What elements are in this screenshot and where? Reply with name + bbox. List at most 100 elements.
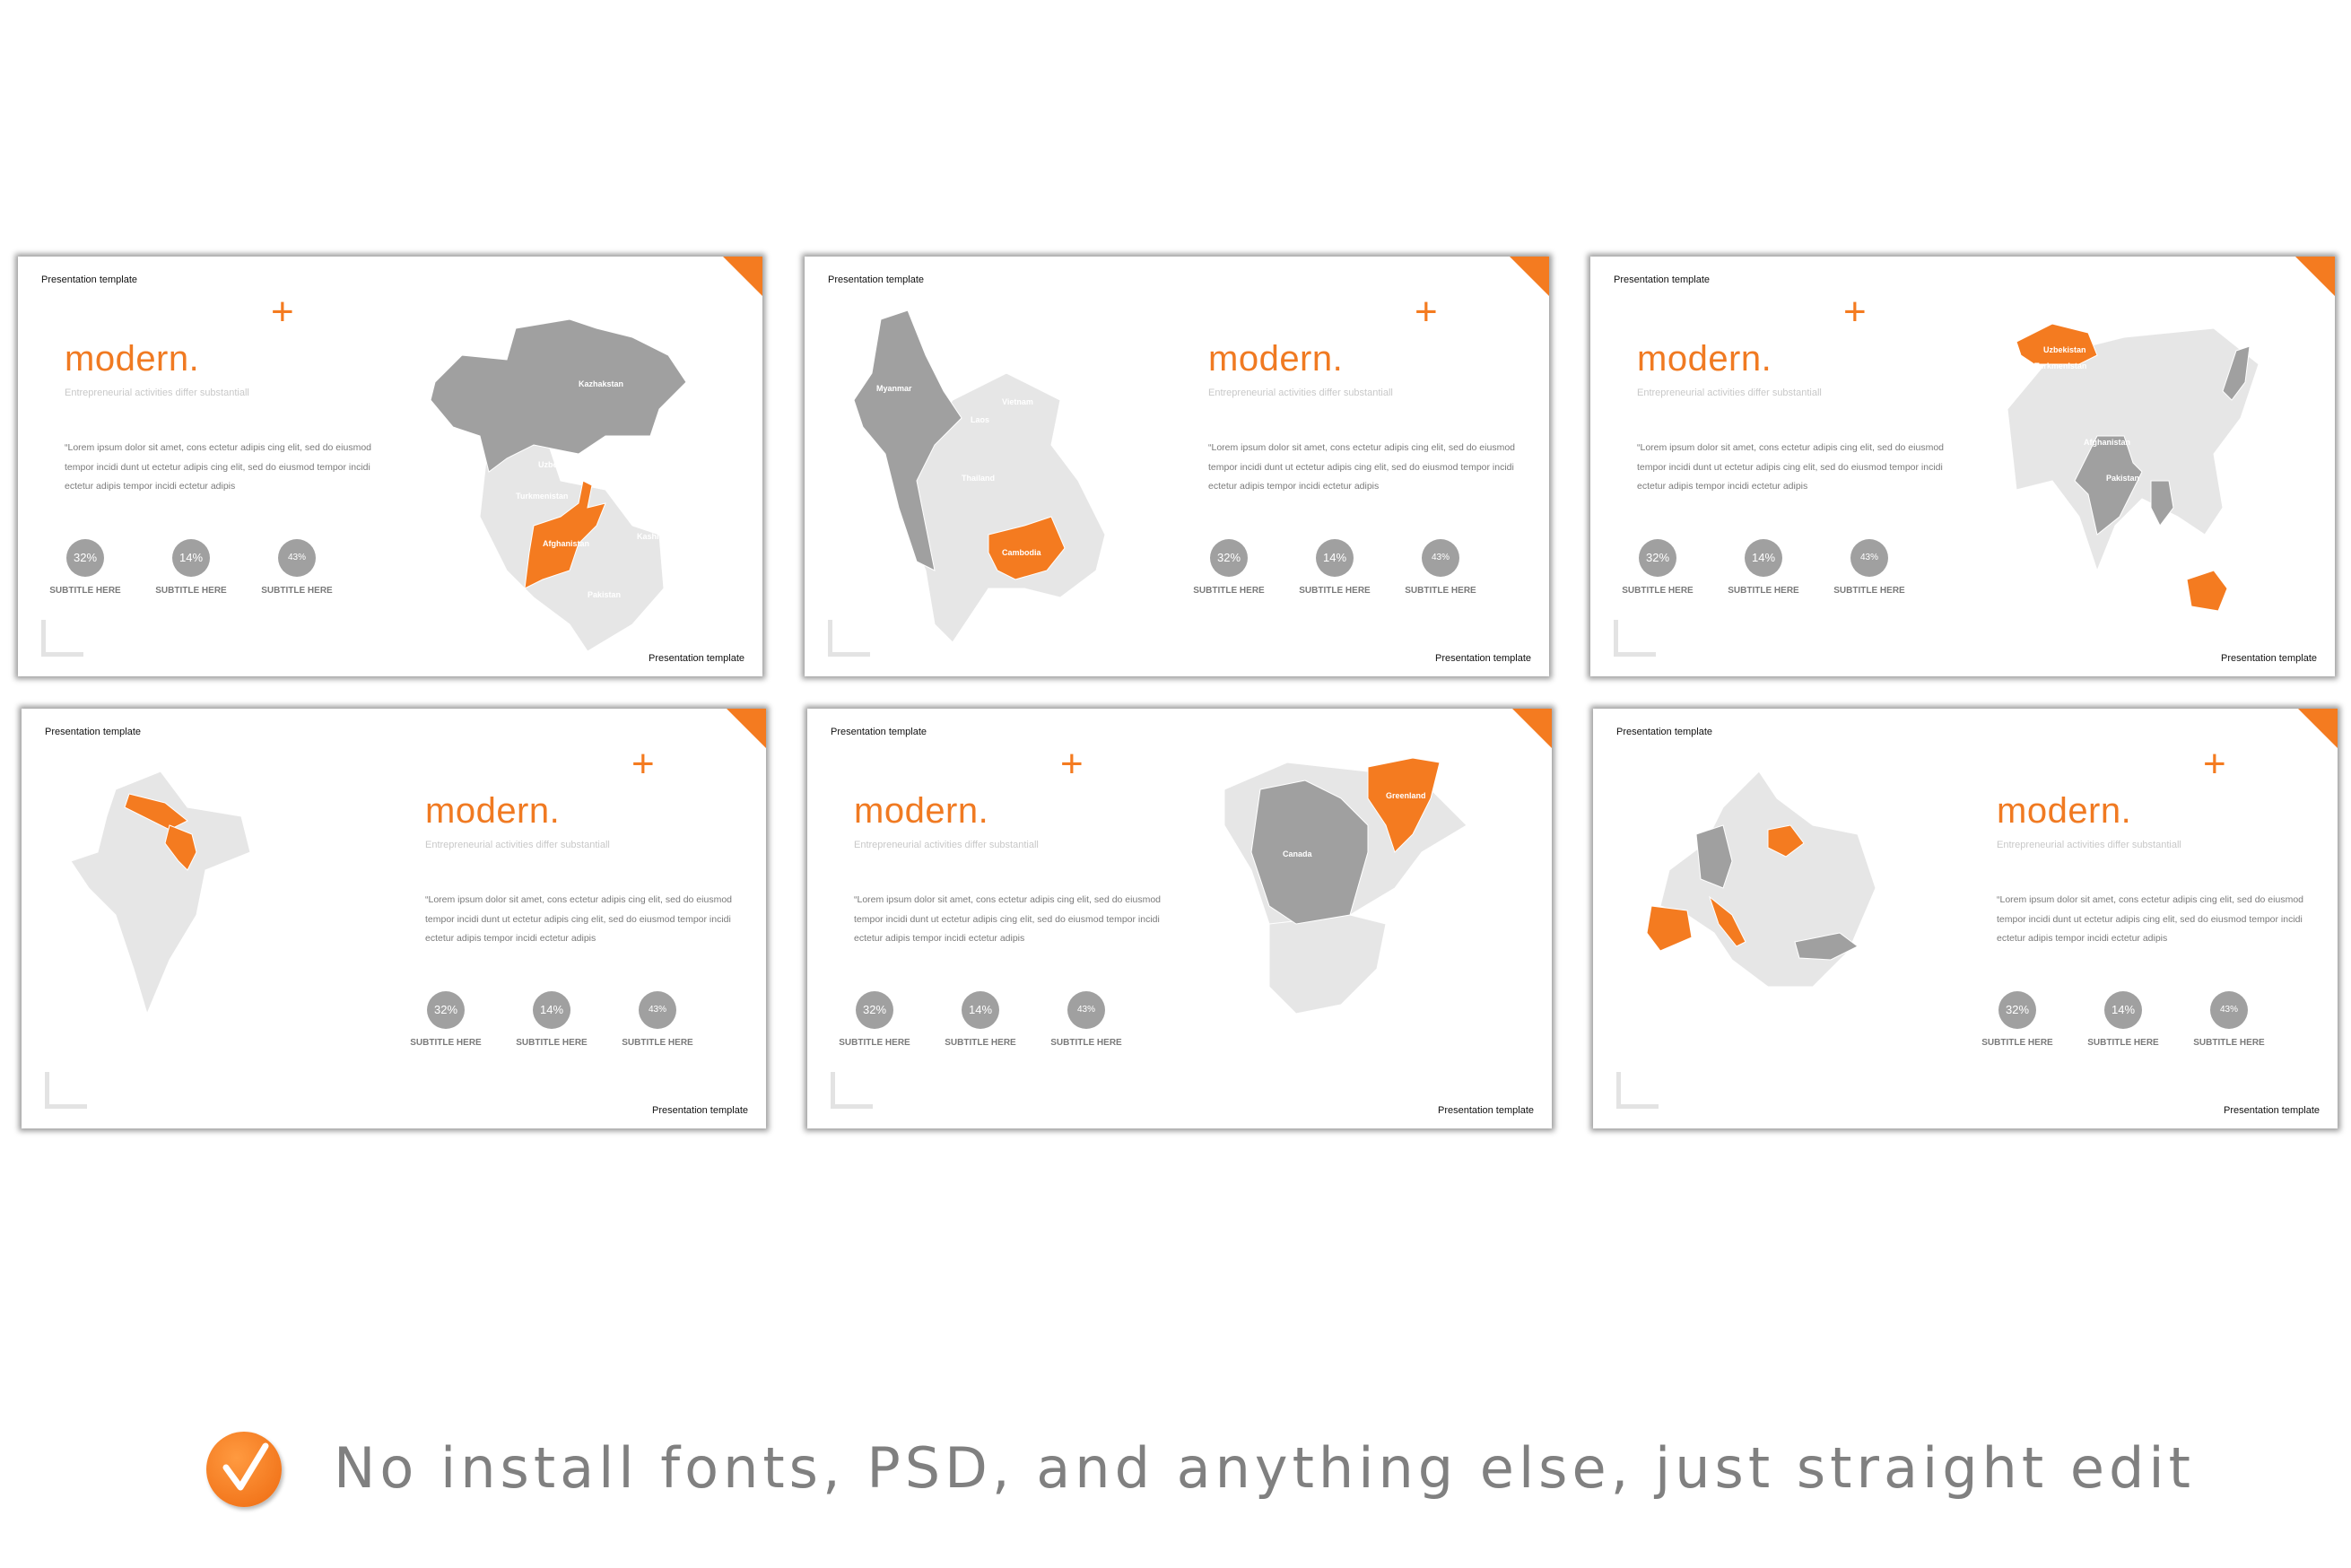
stat-item: 43% SUBTITLE HERE xyxy=(2189,991,2269,1048)
corner-bracket xyxy=(1614,620,1656,657)
slide-header: Presentation template xyxy=(1616,727,1713,737)
map-region xyxy=(2186,570,2228,612)
slide-thumbnail[interactable]: Presentation template Canada Greenland + … xyxy=(807,709,1552,1128)
slide-title: modern. xyxy=(854,791,989,831)
slide-header: Presentation template xyxy=(45,727,142,737)
map-label: Greenland xyxy=(1386,791,1426,800)
text-block: + modern. Entrepreneurial activities dif… xyxy=(1622,257,1978,676)
stat-circle: 14% xyxy=(962,991,999,1029)
slide-subtitle: Entrepreneurial activities differ substa… xyxy=(1637,388,1822,398)
stat-label: SUBTITLE HERE xyxy=(516,1038,588,1048)
map-label: Turkmenistan xyxy=(2034,362,2086,370)
stat-circle: 14% xyxy=(1745,539,1782,577)
stat-label: SUBTITLE HERE xyxy=(622,1038,693,1048)
map-label: Afghanistan xyxy=(2084,438,2130,447)
slide-title: modern. xyxy=(1208,339,1344,379)
map-label: Kazhakstan xyxy=(579,379,623,388)
slide-footer: Presentation template xyxy=(2223,1105,2320,1116)
stat-circle: 43% xyxy=(278,539,316,577)
map-label: Myanmar xyxy=(876,384,912,393)
slide-footer: Presentation template xyxy=(2220,653,2317,664)
slide-subtitle: Entrepreneurial activities differ substa… xyxy=(425,840,610,850)
plus-icon: + xyxy=(1060,742,1084,786)
plus-icon: + xyxy=(1843,290,1867,334)
stat-circle: 43% xyxy=(1850,539,1888,577)
text-block: + modern. Entrepreneurial activities dif… xyxy=(49,257,405,676)
map-region xyxy=(430,318,687,473)
stat-item: 43% SUBTITLE HERE xyxy=(617,991,698,1048)
map-region xyxy=(2150,480,2174,527)
corner-accent xyxy=(723,257,762,296)
slide-body: “Lorem ipsum dolor sit amet, cons ectetu… xyxy=(425,894,732,944)
stat-label: SUBTITLE HERE xyxy=(1622,586,1694,596)
map-label: Thailand xyxy=(962,474,995,483)
slide-title: modern. xyxy=(1637,339,1772,379)
map-label: Afghanistan xyxy=(543,539,589,548)
stat-item: 14% SUBTITLE HERE xyxy=(151,539,231,596)
map-label: Canada xyxy=(1283,849,1313,858)
stat-item: 32% SUBTITLE HERE xyxy=(1977,991,2058,1048)
slide-subtitle: Entrepreneurial activities differ substa… xyxy=(65,388,249,398)
stat-label: SUBTITLE HERE xyxy=(839,1038,910,1048)
map-label: Uzbekistan xyxy=(538,460,581,469)
stat-item: 32% SUBTITLE HERE xyxy=(834,991,915,1048)
stat-label: SUBTITLE HERE xyxy=(1299,586,1371,596)
slide-body: “Lorem ipsum dolor sit amet, cons ectetu… xyxy=(65,442,371,492)
slide-body: “Lorem ipsum dolor sit amet, cons ectetu… xyxy=(1637,442,1944,492)
map-region xyxy=(1268,914,1387,1015)
slide-title: modern. xyxy=(65,339,200,379)
stat-circle: 32% xyxy=(1210,539,1248,577)
slide-thumbnail[interactable]: Presentation template Myanmar Vietnam Laos… xyxy=(805,257,1549,676)
stat-label: SUBTITLE HERE xyxy=(2087,1038,2159,1048)
plus-icon: + xyxy=(631,742,655,786)
stat-label: SUBTITLE HERE xyxy=(155,586,227,596)
stat-item: 32% SUBTITLE HERE xyxy=(1617,539,1698,596)
map-graphic: Canada Greenland xyxy=(1223,757,1467,1015)
stat-label: SUBTITLE HERE xyxy=(1728,586,1799,596)
stat-item: 32% SUBTITLE HERE xyxy=(405,991,486,1048)
map-graphic xyxy=(70,771,251,1015)
corner-accent xyxy=(2295,257,2335,296)
banner-text: No install fonts, PSD, and anything else… xyxy=(334,1435,2195,1501)
stat-item: 32% SUBTITLE HERE xyxy=(45,539,126,596)
stat-item: 43% SUBTITLE HERE xyxy=(257,539,337,596)
stat-label: SUBTITLE HERE xyxy=(410,1038,482,1048)
slide-subtitle: Entrepreneurial activities differ substa… xyxy=(1997,840,2181,850)
plus-icon: + xyxy=(1415,290,1438,334)
corner-bracket xyxy=(45,1072,87,1109)
stat-label: SUBTITLE HERE xyxy=(2193,1038,2265,1048)
stat-item: 14% SUBTITLE HERE xyxy=(2083,991,2164,1048)
stat-item: 43% SUBTITLE HERE xyxy=(1046,991,1127,1048)
stat-circle: 32% xyxy=(66,539,104,577)
slide-thumbnail[interactable]: Presentation template + modern. Entrepre… xyxy=(22,709,766,1128)
corner-accent xyxy=(1512,709,1552,748)
stat-circle: 14% xyxy=(172,539,210,577)
plus-icon: + xyxy=(2203,742,2226,786)
stat-circle: 43% xyxy=(1067,991,1105,1029)
stat-circle: 43% xyxy=(2210,991,2248,1029)
map-graphic: Uzbekistan Turkmenistan Afghanistan Pakista… xyxy=(2007,323,2260,612)
map-region xyxy=(2016,323,2098,365)
stat-circle: 14% xyxy=(533,991,570,1029)
stat-circle: 14% xyxy=(1316,539,1354,577)
stat-item: 43% SUBTITLE HERE xyxy=(1400,539,1481,596)
slide-thumbnail[interactable]: Presentation template Uzbekistan Turkmeni… xyxy=(1590,257,2335,676)
slide-footer: Presentation template xyxy=(651,1105,748,1116)
slide-thumbnail[interactable]: Presentation template + modern. Entrepre… xyxy=(1593,709,2338,1128)
check-circle-icon xyxy=(206,1432,282,1507)
stat-item: 14% SUBTITLE HERE xyxy=(511,991,592,1048)
map-label: Uzbekistan xyxy=(2043,345,2086,354)
stat-circle: 32% xyxy=(1998,991,2036,1029)
stat-label: SUBTITLE HERE xyxy=(1833,586,1905,596)
slide-title: modern. xyxy=(1997,791,2132,831)
slide-body: “Lorem ipsum dolor sit amet, cons ectetu… xyxy=(1208,442,1515,492)
text-block: + modern. Entrepreneurial activities dif… xyxy=(839,709,1195,1128)
stat-item: 14% SUBTITLE HERE xyxy=(1294,539,1375,596)
map-label: Cambodia xyxy=(1002,548,1042,557)
stat-item: 14% SUBTITLE HERE xyxy=(1723,539,1804,596)
stat-circle: 32% xyxy=(856,991,893,1029)
slide-thumbnail[interactable]: Presentation template Kazhakstan Uzbekist… xyxy=(18,257,762,676)
stat-circle: 32% xyxy=(1639,539,1676,577)
plus-icon: + xyxy=(271,290,294,334)
map-label: Pakistan xyxy=(588,590,621,599)
